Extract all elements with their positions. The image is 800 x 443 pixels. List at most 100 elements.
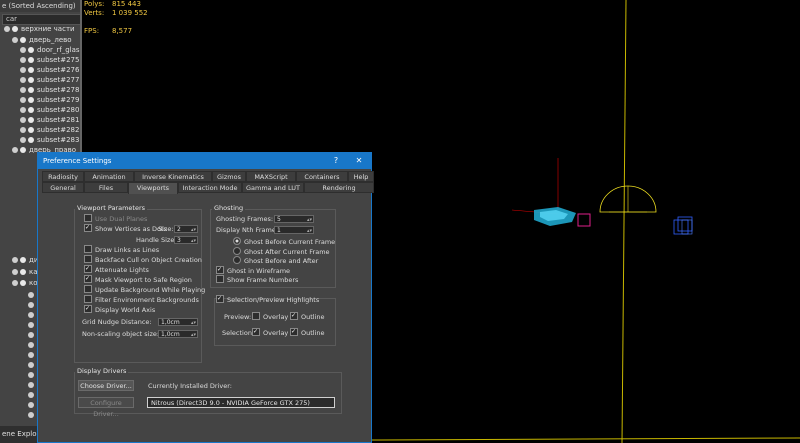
mask-viewport-option[interactable]: Mask Viewport to Safe Region: [84, 275, 192, 285]
freeze-dot-icon[interactable]: [20, 257, 26, 263]
update-background-option[interactable]: Update Background While Playing: [84, 285, 205, 295]
explorer-row[interactable]: subset#279: [0, 95, 80, 105]
tab-animation[interactable]: Animation: [84, 171, 134, 182]
help-button[interactable]: ?: [328, 153, 344, 169]
explorer-row[interactable]: subset#275: [0, 55, 80, 65]
visibility-eye-icon[interactable]: [28, 332, 34, 338]
visibility-eye-icon[interactable]: [28, 342, 34, 348]
dialog-titlebar[interactable]: Preference Settings ? ✕: [38, 153, 371, 169]
explorer-row[interactable]: subset#280: [0, 105, 80, 115]
visibility-eye-icon[interactable]: [28, 302, 34, 308]
checkbox[interactable]: [84, 285, 92, 293]
visibility-eye-icon[interactable]: [20, 107, 26, 113]
freeze-dot-icon[interactable]: [28, 57, 34, 63]
checkbox[interactable]: [216, 295, 224, 303]
checkbox[interactable]: [252, 312, 260, 320]
checkbox[interactable]: [216, 266, 224, 274]
tab-radiosity[interactable]: Radiosity: [42, 171, 84, 182]
visibility-eye-icon[interactable]: [12, 257, 18, 263]
visibility-eye-icon[interactable]: [28, 402, 34, 408]
radio[interactable]: [233, 247, 241, 255]
visibility-eye-icon[interactable]: [28, 292, 34, 298]
freeze-dot-icon[interactable]: [28, 67, 34, 73]
ghost-wireframe-option[interactable]: Ghost in Wireframe: [216, 266, 290, 276]
tab-help[interactable]: Help: [348, 171, 374, 182]
checkbox[interactable]: [84, 275, 92, 283]
tab-general[interactable]: General: [42, 182, 84, 193]
tab-interaction-mode[interactable]: Interaction Mode: [178, 182, 242, 193]
checkbox[interactable]: [290, 312, 298, 320]
checkbox[interactable]: [84, 224, 92, 232]
explorer-row[interactable]: subset#281: [0, 115, 80, 125]
checkbox[interactable]: [84, 265, 92, 273]
visibility-eye-icon[interactable]: [12, 37, 18, 43]
configure-driver-button[interactable]: Configure Driver...: [78, 397, 134, 418]
tab-containers[interactable]: Containers: [296, 171, 348, 182]
ghosting-frames-spinner[interactable]: 5 ▴▾: [274, 215, 314, 223]
tab-gizmos[interactable]: Gizmos: [212, 171, 246, 182]
freeze-dot-icon[interactable]: [28, 107, 34, 113]
selection-overlay-option[interactable]: Overlay: [252, 328, 288, 338]
freeze-dot-icon[interactable]: [12, 26, 18, 32]
tab-gamma-and-lut[interactable]: Gamma and LUT: [242, 182, 304, 193]
visibility-eye-icon[interactable]: [20, 57, 26, 63]
checkbox[interactable]: [84, 295, 92, 303]
visibility-eye-icon[interactable]: [28, 312, 34, 318]
explorer-row[interactable]: subset#276: [0, 65, 80, 75]
visibility-eye-icon[interactable]: [28, 352, 34, 358]
sort-header[interactable]: e (Sorted Ascending): [0, 0, 82, 12]
visibility-eye-icon[interactable]: [28, 392, 34, 398]
freeze-dot-icon[interactable]: [28, 127, 34, 133]
ghost-before-option[interactable]: Ghost Before Current Frame: [233, 237, 335, 247]
spinner-arrows-icon[interactable]: ▴▾: [307, 216, 312, 224]
tab-viewports[interactable]: Viewports: [128, 182, 178, 194]
selection-outline-option[interactable]: Outline: [290, 328, 325, 338]
visibility-eye-icon[interactable]: [20, 137, 26, 143]
visibility-eye-icon[interactable]: [28, 382, 34, 388]
visibility-eye-icon[interactable]: [20, 117, 26, 123]
tab-maxscript[interactable]: MAXScript: [246, 171, 296, 182]
visibility-eye-icon[interactable]: [20, 97, 26, 103]
checkbox[interactable]: [84, 305, 92, 313]
explorer-row[interactable]: дверь_лево: [0, 35, 80, 45]
tab-rendering[interactable]: Rendering: [304, 182, 374, 193]
explorer-row[interactable]: subset#278: [0, 85, 80, 95]
visibility-eye-icon[interactable]: [12, 147, 18, 153]
non-scaling-spinner[interactable]: 1,0cm ▴▾: [158, 330, 198, 338]
visibility-eye-icon[interactable]: [28, 362, 34, 368]
checkbox[interactable]: [252, 328, 260, 336]
tab-files[interactable]: Files: [84, 182, 128, 193]
explorer-row[interactable]: subset#283: [0, 135, 80, 145]
attenuate-lights-option[interactable]: Attenuate Lights: [84, 265, 149, 275]
freeze-dot-icon[interactable]: [20, 280, 26, 286]
checkbox[interactable]: [84, 245, 92, 253]
visibility-eye-icon[interactable]: [20, 67, 26, 73]
close-button[interactable]: ✕: [350, 153, 368, 169]
use-dual-planes-option[interactable]: Use Dual Planes: [84, 214, 147, 224]
explorer-row[interactable]: door_rf_glas: [0, 45, 80, 55]
visibility-eye-icon[interactable]: [20, 47, 26, 53]
explorer-row[interactable]: верхние части: [0, 24, 80, 34]
preview-outline-option[interactable]: Outline: [290, 312, 325, 322]
radio[interactable]: [233, 256, 241, 264]
freeze-dot-icon[interactable]: [20, 269, 26, 275]
ghost-after-option[interactable]: Ghost After Current Frame: [233, 247, 330, 257]
visibility-eye-icon[interactable]: [4, 26, 10, 32]
highlights-toggle[interactable]: Selection/Preview Highlights: [216, 295, 319, 305]
choose-driver-button[interactable]: Choose Driver...: [78, 380, 134, 391]
show-frame-numbers-option[interactable]: Show Frame Numbers: [216, 275, 298, 285]
nth-frame-spinner[interactable]: 1 ▴▾: [274, 226, 314, 234]
spinner-arrows-icon[interactable]: ▴▾: [191, 237, 196, 245]
tab-inverse-kinematics[interactable]: Inverse Kinematics: [134, 171, 212, 182]
freeze-dot-icon[interactable]: [28, 77, 34, 83]
explorer-row[interactable]: subset#277: [0, 75, 80, 85]
spinner-arrows-icon[interactable]: ▴▾: [307, 227, 312, 235]
spinner-arrows-icon[interactable]: ▴▾: [191, 331, 196, 339]
show-vertices-option[interactable]: Show Vertices as Dots: [84, 224, 167, 234]
checkbox[interactable]: [84, 214, 92, 222]
spinner-arrows-icon[interactable]: ▴▾: [191, 319, 196, 327]
checkbox[interactable]: [216, 275, 224, 283]
preview-overlay-option[interactable]: Overlay: [252, 312, 288, 322]
spinner-arrows-icon[interactable]: ▴▾: [191, 226, 196, 234]
backface-cull-option[interactable]: Backface Cull on Object Creation: [84, 255, 202, 265]
